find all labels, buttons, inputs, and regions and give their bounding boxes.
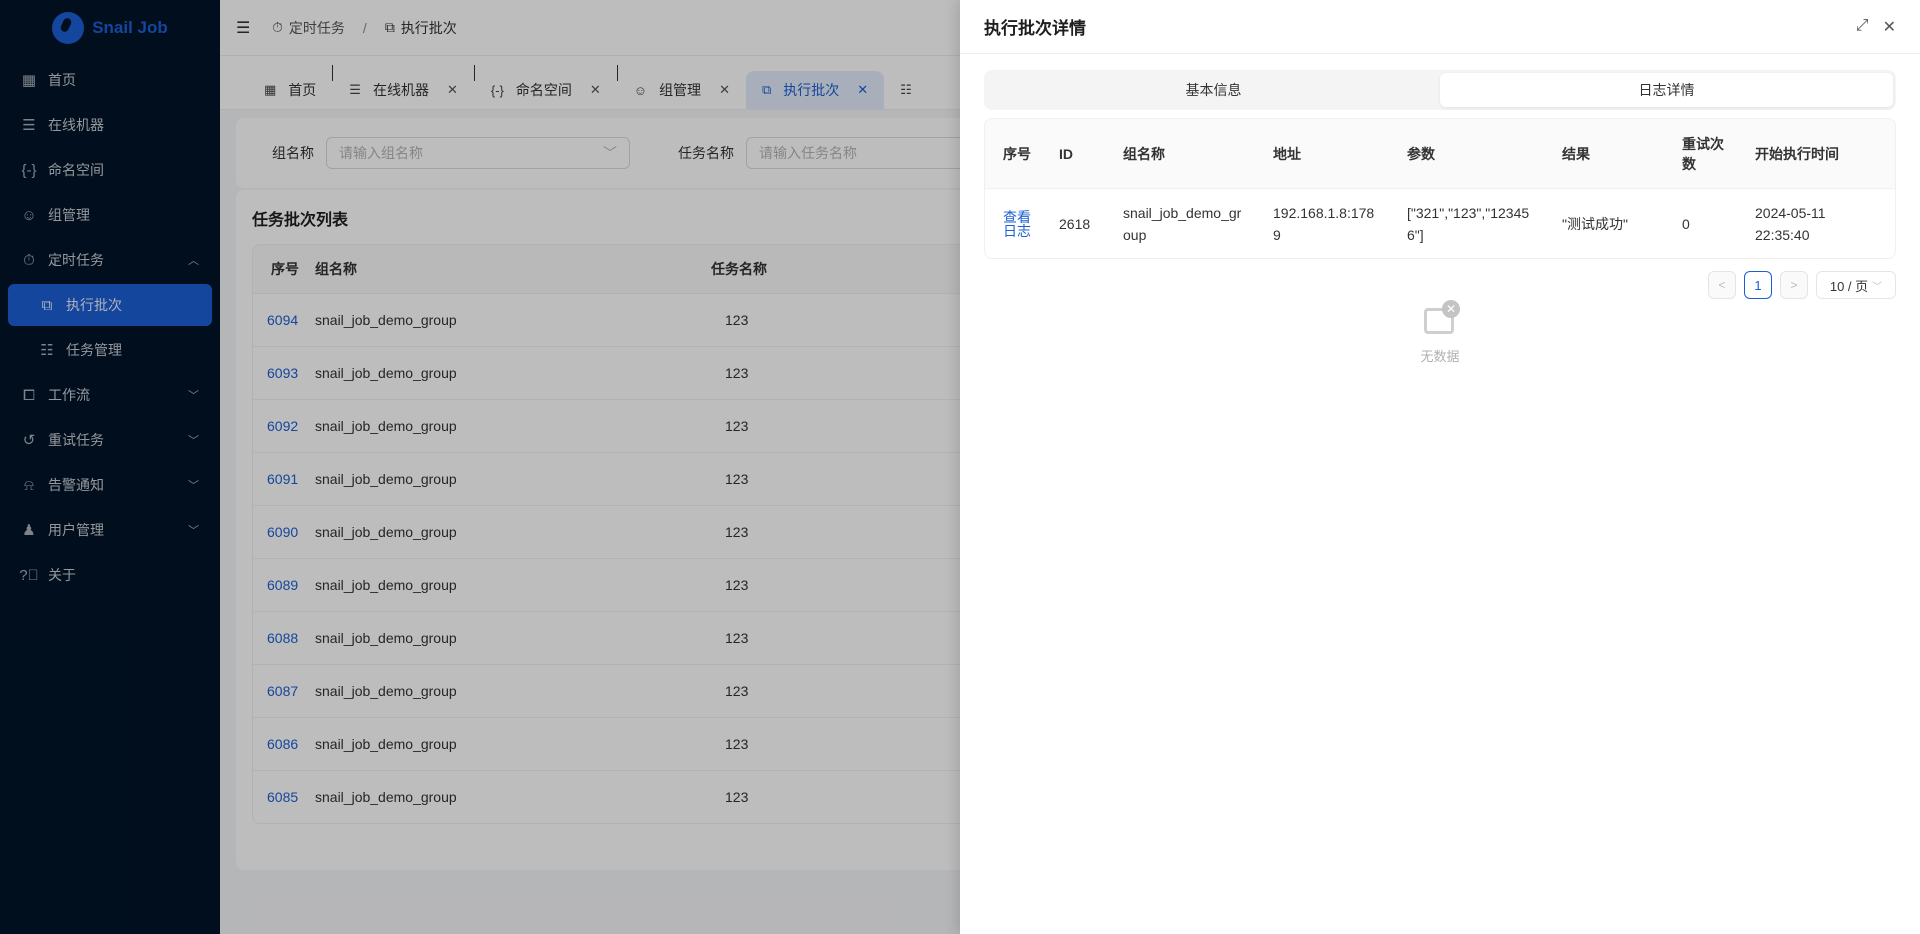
log-table: 序号 ID 组名称 地址 参数 结果 重试次数 开始执行时间 查看日志 2618… [984, 118, 1896, 259]
pagination: < 1 > 10 / 页 ﹀ [960, 271, 1896, 299]
expand-icon[interactable]: ⤢ [1856, 17, 1869, 37]
cell-retry: 0 [1682, 215, 1690, 232]
close-icon[interactable]: ✕ [1883, 17, 1896, 37]
view-log-link[interactable]: 查看日志 [1003, 210, 1031, 238]
drawer-header: 执行批次详情 ⤢ ✕ [960, 0, 1920, 54]
cell-params: ["321","123","123456"] [1407, 204, 1530, 243]
cell-result: "测试成功" [1562, 215, 1628, 232]
detail-segmented-tabs: 基本信息 日志详情 [984, 70, 1896, 110]
next-page-button[interactable]: > [1780, 271, 1808, 299]
table-header: 序号 ID 组名称 地址 参数 结果 重试次数 开始执行时间 [985, 119, 1895, 188]
empty-text: 无数据 [1420, 349, 1460, 364]
column-header-group: 组名称 [1123, 145, 1165, 162]
column-header-index: 序号 [1003, 145, 1031, 162]
empty-state: ✕ 无数据 [1380, 300, 1500, 365]
cell-id: 2618 [1059, 215, 1091, 232]
page-size-select[interactable]: 10 / 页 ﹀ [1816, 271, 1896, 299]
column-header-result: 结果 [1562, 145, 1590, 162]
column-header-start-time: 开始执行时间 [1755, 145, 1839, 162]
column-header-address: 地址 [1273, 145, 1301, 162]
column-header-id: ID [1059, 145, 1073, 162]
column-header-params: 参数 [1407, 145, 1435, 162]
chevron-down-icon: ﹀ [1872, 281, 1883, 293]
cell-start-time: 2024-05-11 22:35:40 [1755, 204, 1826, 243]
prev-page-button[interactable]: < [1708, 271, 1736, 299]
empty-inbox-icon: ✕ [1422, 300, 1460, 336]
drawer-title: 执行批次详情 [984, 19, 1086, 38]
table-row: 查看日志 2618 snail_job_demo_group 192.168.1… [985, 188, 1895, 258]
page-1-button[interactable]: 1 [1744, 271, 1772, 299]
tab-basic-info[interactable]: 基本信息 [987, 73, 1440, 107]
batch-detail-drawer: 执行批次详情 ⤢ ✕ 基本信息 日志详情 序号 ID 组名称 地址 参数 结果 … [960, 0, 1920, 934]
column-header-retry: 重试次数 [1682, 135, 1724, 172]
tab-log-details[interactable]: 日志详情 [1440, 73, 1893, 107]
cell-group: snail_job_demo_group [1123, 204, 1242, 243]
cell-address: 192.168.1.8:1789 [1273, 204, 1375, 243]
